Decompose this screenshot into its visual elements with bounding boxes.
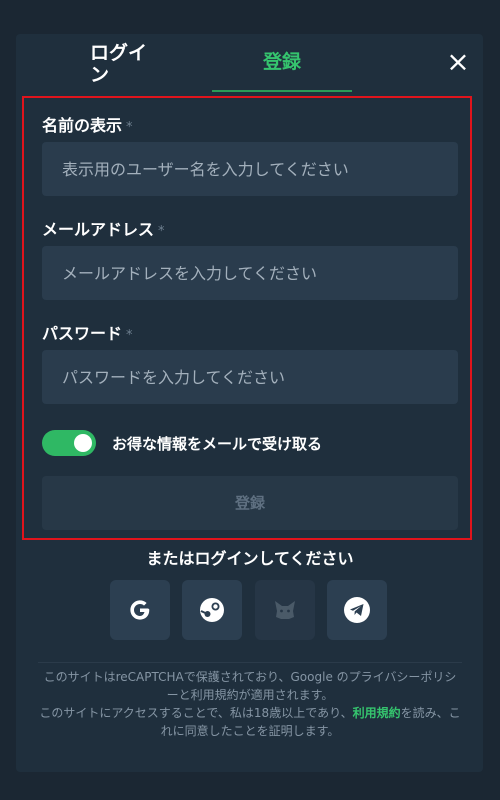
close-icon[interactable]: × — [444, 48, 472, 76]
email-input[interactable] — [42, 246, 458, 300]
display-name-input[interactable] — [42, 142, 458, 196]
auth-tabs: ログイン 登録 × — [16, 34, 483, 96]
password-label: パスワード * — [42, 324, 133, 343]
tab-register[interactable]: 登録 — [212, 47, 352, 74]
or-login-text: またはログインしてください — [146, 549, 354, 568]
register-button[interactable]: 登録 — [42, 476, 458, 530]
telegram-icon — [344, 597, 370, 623]
recaptcha-notice: このサイトはreCAPTCHAで保護されており、Google のプライバシーポリ… — [43, 670, 457, 702]
required-mark: * — [158, 224, 165, 239]
google-icon — [130, 600, 150, 620]
google-login-button[interactable] — [110, 580, 170, 640]
required-mark: * — [126, 328, 133, 343]
newsletter-toggle[interactable] — [42, 430, 96, 456]
newsletter-label: お得な情報をメールで受け取る — [112, 435, 323, 453]
tab-login[interactable]: ログイン — [90, 42, 160, 86]
password-input[interactable] — [42, 350, 458, 404]
metamask-login-button[interactable] — [255, 580, 315, 640]
required-mark: * — [126, 120, 133, 135]
display-name-label: 名前の表示 * — [42, 116, 133, 135]
steam-icon — [200, 598, 224, 622]
divider — [38, 662, 462, 663]
email-label: メールアドレス * — [42, 220, 165, 239]
toggle-knob — [74, 434, 92, 452]
age-confirmation: このサイトにアクセスすることで、私は18歳以上であり、利用規約を読み、これに同意… — [39, 706, 461, 738]
telegram-login-button[interactable] — [327, 580, 387, 640]
legal-text: このサイトはreCAPTCHAで保護されており、Google のプライバシーポリ… — [38, 668, 462, 740]
metamask-icon — [275, 601, 295, 619]
steam-login-button[interactable] — [182, 580, 242, 640]
signup-form: 名前の表示* メールアドレス* パスワード* お得な情報をメールで受け取る 登録 — [22, 96, 472, 540]
terms-link[interactable]: 利用規約 — [353, 706, 401, 720]
active-tab-underline — [212, 90, 352, 92]
